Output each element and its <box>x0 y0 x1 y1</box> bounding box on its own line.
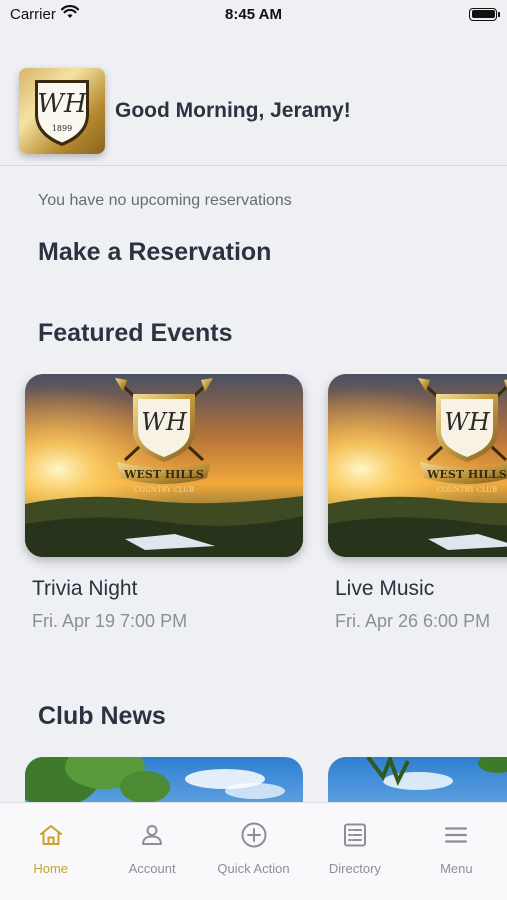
tab-quick-action[interactable]: Quick Action <box>203 803 304 900</box>
battery-icon <box>469 7 500 21</box>
tab-label: Account <box>128 861 176 876</box>
battery-fill <box>471 10 495 18</box>
event-image[interactable]: WH WEST HILLS COUNTRY CLUB <box>328 374 507 557</box>
news-card[interactable] <box>328 757 507 803</box>
svg-text:WEST HILLS: WEST HILLS <box>426 468 507 481</box>
tab-home[interactable]: Home <box>0 803 101 900</box>
event-date: Fri. Apr 19 7:00 PM <box>32 611 188 631</box>
event-date: Fri. Apr 26 6:00 PM <box>335 611 491 631</box>
event-card[interactable]: WH WEST HILLS COUNTRY CLUB Live Music Fr… <box>328 374 507 632</box>
tab-label: Menu <box>440 861 473 876</box>
no-reservations-message: You have no upcoming reservations <box>38 192 292 209</box>
club-crest-logo[interactable]: WH 1899 <box>19 67 105 154</box>
svg-text:COUNTRY CLUB: COUNTRY CLUB <box>437 486 497 494</box>
home-icon <box>37 821 65 854</box>
plus-circle-icon <box>240 821 268 854</box>
tab-bar: Home Account Quick Action Directory Menu <box>0 802 507 900</box>
event-title: Trivia Night <box>32 577 138 600</box>
tab-label: Directory <box>328 861 381 876</box>
greeting-text: Good Morning, Jeramy! <box>115 98 351 122</box>
club-news-carousel[interactable] <box>0 757 507 803</box>
carrier-label: Carrier <box>10 5 56 23</box>
svg-text:WH: WH <box>444 408 491 436</box>
svg-text:WH: WH <box>141 408 188 436</box>
status-bar: Carrier 8:45 AM <box>0 0 507 28</box>
event-title: Live Music <box>335 577 435 600</box>
svg-text:WH: WH <box>37 89 88 119</box>
svg-text:COUNTRY CLUB: COUNTRY CLUB <box>134 486 194 494</box>
club-news-title: Club News <box>38 702 166 730</box>
hamburger-menu-icon <box>442 821 470 854</box>
featured-events-carousel[interactable]: WH WEST HILLS COUNTRY CLUB Trivia Night … <box>0 374 507 644</box>
directory-icon <box>341 821 369 854</box>
tab-menu[interactable]: Menu <box>406 803 507 900</box>
svg-text:WEST HILLS: WEST HILLS <box>123 468 204 481</box>
tab-label: Quick Action <box>217 861 290 876</box>
event-card[interactable]: WH WEST HILLS COUNTRY CLUB Trivia Night … <box>25 374 303 632</box>
logo-year: 1899 <box>52 124 72 133</box>
news-card[interactable] <box>25 757 303 803</box>
status-left: Carrier <box>10 5 79 23</box>
header: WH 1899 Good Morning, Jeramy! <box>0 56 507 166</box>
featured-events-title: Featured Events <box>38 319 233 347</box>
account-icon <box>138 821 166 854</box>
wifi-icon <box>60 5 79 23</box>
event-image[interactable]: WH WEST HILLS COUNTRY CLUB <box>25 374 303 557</box>
tab-account[interactable]: Account <box>101 803 202 900</box>
tab-label: Home <box>33 861 69 876</box>
tab-directory[interactable]: Directory <box>304 803 405 900</box>
make-reservation-link[interactable]: Make a Reservation <box>38 238 271 267</box>
